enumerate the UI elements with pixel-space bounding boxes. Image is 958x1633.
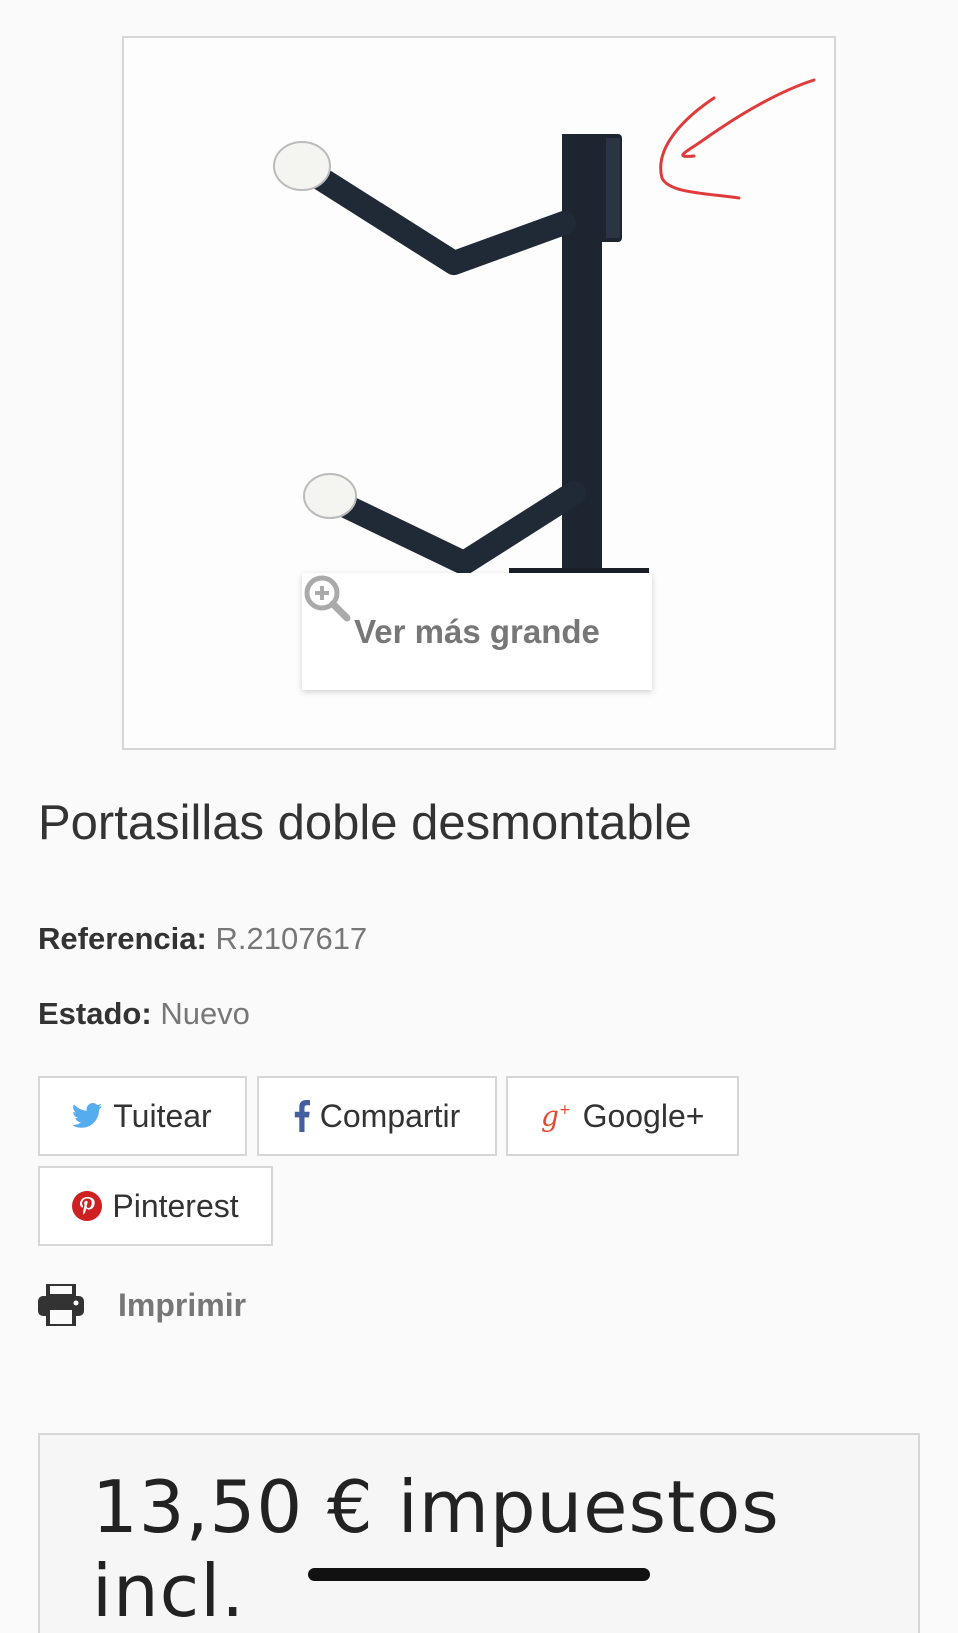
facebook-icon (294, 1100, 310, 1132)
twitter-label: Tuitear (113, 1097, 212, 1134)
svg-text:g: g (541, 1100, 559, 1132)
home-indicator[interactable] (308, 1568, 650, 1581)
reference-line: Referencia: R.2107617 (38, 921, 367, 957)
state-value: Nuevo (160, 996, 250, 1031)
zoom-label: Ver más grande (354, 612, 600, 650)
pinterest-share-button[interactable]: Pinterest (38, 1166, 273, 1246)
price-text: 13,50 € impuestos incl. (92, 1465, 780, 1633)
product-image[interactable]: Ver más grande (122, 36, 836, 750)
zoom-button[interactable]: Ver más grande (302, 573, 652, 690)
facebook-share-button[interactable]: Compartir (257, 1076, 497, 1156)
reference-value: R.2107617 (215, 921, 368, 956)
print-button[interactable]: Imprimir (38, 1284, 246, 1326)
print-label: Imprimir (118, 1286, 247, 1323)
google-plus-icon: g + (541, 1100, 571, 1132)
svg-text:+: + (559, 1102, 571, 1118)
product-title: Portasillas doble desmontable (38, 796, 692, 850)
pinterest-label: Pinterest (112, 1187, 239, 1224)
pinterest-icon (72, 1191, 103, 1221)
zoom-in-icon (304, 575, 351, 622)
twitter-share-button[interactable]: Tuitear (38, 1076, 247, 1156)
state-label: Estado: (38, 996, 152, 1031)
twitter-icon (73, 1103, 103, 1128)
google-plus-share-button[interactable]: g + Google+ (506, 1076, 739, 1156)
printer-icon (38, 1284, 84, 1326)
reference-label: Referencia: (38, 921, 207, 956)
facebook-label: Compartir (319, 1097, 461, 1134)
state-line: Estado: Nuevo (38, 996, 250, 1032)
annotation-arrow (659, 78, 816, 200)
price-box: 13,50 € impuestos incl. (38, 1433, 920, 1633)
google-plus-label: Google+ (582, 1097, 705, 1134)
vertical-post (562, 134, 602, 604)
